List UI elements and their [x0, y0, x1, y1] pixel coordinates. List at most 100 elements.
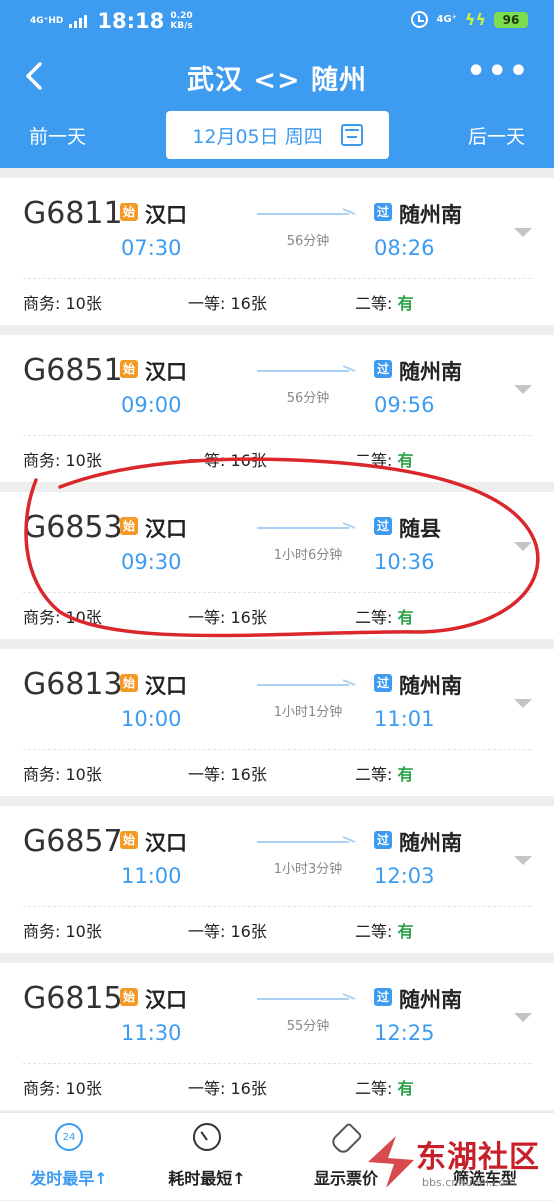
watermark-text: 东湖社区: [416, 1140, 540, 1175]
expand-chevron-icon[interactable]: [514, 385, 532, 394]
mobile-data-label: 4G⁺: [436, 14, 457, 25]
business-seat-count: 商务: 10张: [23, 294, 102, 313]
first-class-seat-count: 一等: 16张: [188, 608, 267, 627]
pass-through-tag: 过: [374, 360, 392, 378]
departure-time: 07:30: [121, 236, 182, 260]
tab-label: 耗时最短↑: [168, 1169, 246, 1188]
train-card[interactable]: G6853 始 汉口 09:30 1小时6分钟 过 随县 10:36 商务: 1…: [0, 492, 554, 639]
battery-level: 96: [494, 11, 528, 28]
route-arrow-icon: [257, 679, 356, 686]
clock-time: 18:18: [97, 9, 165, 33]
availability: 有: [397, 1079, 414, 1098]
watermark-url: bbs.cnhubei.com: [422, 1176, 516, 1189]
previous-day-button[interactable]: 前一天: [29, 122, 86, 149]
next-day-button[interactable]: 后一天: [468, 122, 525, 149]
pass-through-tag: 过: [374, 517, 392, 535]
train-number: G6851: [23, 353, 123, 388]
second-class-seat: 二等: 有: [355, 608, 414, 627]
route-arrow-icon: [257, 365, 356, 372]
arrival-time: 10:36: [374, 550, 435, 574]
origin-tag: 始: [120, 517, 138, 535]
pass-through-tag: 过: [374, 988, 392, 1006]
divider: [23, 435, 531, 436]
availability: 有: [397, 451, 414, 470]
arrival-time: 12:03: [374, 864, 435, 888]
pass-through-tag: 过: [374, 674, 392, 692]
calendar-icon: [340, 124, 363, 146]
stopwatch-icon: [193, 1123, 221, 1151]
more-menu-button[interactable]: •••: [466, 57, 530, 87]
expand-chevron-icon[interactable]: [514, 1013, 532, 1022]
expand-chevron-icon[interactable]: [514, 228, 532, 237]
train-number: G6815: [23, 981, 123, 1016]
travel-duration: 56分钟: [286, 234, 330, 249]
clock-24-icon: 24: [55, 1123, 83, 1151]
train-card[interactable]: G6815 始 汉口 11:30 55分钟 过 随州南 12:25 商务: 10…: [0, 963, 554, 1110]
travel-duration: 55分钟: [286, 1019, 330, 1034]
train-number: G6811: [23, 196, 123, 231]
availability: 有: [397, 765, 414, 784]
tab-label: 发时最早↑: [30, 1169, 108, 1188]
charging-icon: ϟϟ: [464, 10, 486, 29]
tab-sort-shortest[interactable]: 耗时最短↑: [138, 1113, 276, 1201]
pass-through-tag: 过: [374, 203, 392, 221]
departure-station: 汉口: [145, 988, 187, 1012]
alarm-icon: [411, 11, 429, 28]
business-seat-count: 商务: 10张: [23, 922, 102, 941]
pass-through-tag: 过: [374, 831, 392, 849]
divider: [23, 278, 531, 279]
business-seat-count: 商务: 10张: [23, 765, 102, 784]
availability: 有: [397, 922, 414, 941]
first-class-seat-count: 一等: 16张: [188, 1079, 267, 1098]
travel-duration: 1小时3分钟: [273, 862, 343, 877]
route-arrow-icon: [257, 993, 356, 1000]
arrival-station: 随州南: [399, 674, 462, 698]
divider: [23, 906, 531, 907]
first-class-seat-count: 一等: 16张: [188, 451, 267, 470]
first-class-seat-count: 一等: 16张: [188, 294, 267, 313]
arrival-station: 随州南: [399, 831, 462, 855]
expand-chevron-icon[interactable]: [514, 856, 532, 865]
arrival-time: 12:25: [374, 1021, 435, 1045]
site-watermark: 东湖社区 bbs.cnhubei.com: [366, 1128, 546, 1198]
network-speed: 0.20 KB/s: [170, 11, 193, 31]
divider: [23, 592, 531, 593]
train-number: G6857: [23, 824, 123, 859]
second-class-seat: 二等: 有: [355, 765, 414, 784]
availability: 有: [397, 294, 414, 313]
business-seat-count: 商务: 10张: [23, 608, 102, 627]
watermark-logo-icon: [368, 1136, 414, 1188]
train-card[interactable]: G6851 始 汉口 09:00 56分钟 过 随州南 09:56 商务: 10…: [0, 335, 554, 482]
selected-date: 12月05日 周四: [192, 125, 323, 148]
arrival-station: 随州南: [399, 203, 462, 227]
date-picker[interactable]: 12月05日 周四: [166, 111, 389, 159]
train-number: G6813: [23, 667, 123, 702]
train-card[interactable]: G6811 始 汉口 07:30 56分钟 过 随州南 08:26 商务: 10…: [0, 178, 554, 325]
business-seat-count: 商务: 10张: [23, 451, 102, 470]
train-card[interactable]: G6813 始 汉口 10:00 1小时1分钟 过 随州南 11:01 商务: …: [0, 649, 554, 796]
arrival-time: 11:01: [374, 707, 435, 731]
expand-chevron-icon[interactable]: [514, 699, 532, 708]
second-class-seat: 二等: 有: [355, 1079, 414, 1098]
expand-chevron-icon[interactable]: [514, 542, 532, 551]
train-card[interactable]: G6857 始 汉口 11:00 1小时3分钟 过 随州南 12:03 商务: …: [0, 806, 554, 953]
origin-tag: 始: [120, 831, 138, 849]
travel-duration: 1小时6分钟: [273, 548, 343, 563]
departure-time: 10:00: [121, 707, 182, 731]
arrival-time: 08:26: [374, 236, 435, 260]
arrival-station: 随县: [399, 517, 441, 541]
origin-tag: 始: [120, 203, 138, 221]
departure-time: 11:00: [121, 864, 182, 888]
second-class-seat: 二等: 有: [355, 451, 414, 470]
departure-time: 11:30: [121, 1021, 182, 1045]
network-type: 4G⁺HD: [30, 15, 64, 26]
origin-tag: 始: [120, 988, 138, 1006]
first-class-seat-count: 一等: 16张: [188, 765, 267, 784]
departure-station: 汉口: [145, 831, 187, 855]
status-bar: 4G⁺HD 18:18 0.20 KB/s 4G⁺ ϟϟ 96: [0, 0, 554, 40]
train-number: G6853: [23, 510, 123, 545]
tab-sort-earliest[interactable]: 24 发时最早↑: [0, 1113, 138, 1201]
signal-icon: [69, 14, 88, 28]
departure-time: 09:00: [121, 393, 182, 417]
departure-station: 汉口: [145, 674, 187, 698]
